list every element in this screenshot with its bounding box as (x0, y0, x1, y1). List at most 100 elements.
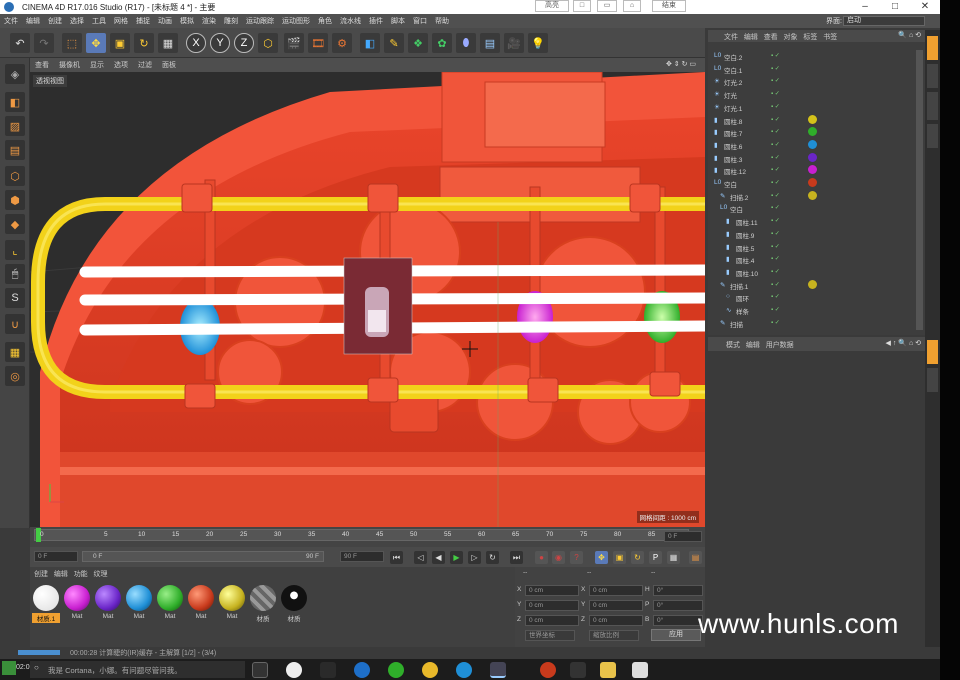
play-icon[interactable]: ▶ (450, 551, 463, 564)
home-icon[interactable]: ⌂ (623, 0, 641, 12)
object-row[interactable]: ▮ 圆柱.11 ▪ ✓ (708, 215, 925, 228)
size-y-field[interactable]: 0 cm (589, 600, 643, 611)
go-to-end-icon[interactable]: ⏭ (510, 551, 523, 564)
object-row[interactable]: ✎ 扫描 ▪ ✓ (708, 317, 925, 330)
enable-axis-icon[interactable]: ⌞ (5, 240, 25, 260)
planar-workplane-icon[interactable]: ◎ (5, 366, 25, 386)
window-button[interactable]: ▭ (597, 0, 617, 12)
next-frame-icon[interactable]: ▷ (468, 551, 481, 564)
menu-simulate[interactable]: 模拟 (176, 14, 198, 28)
live-selection-icon[interactable]: ⬚ (62, 33, 82, 53)
material-tag-icon[interactable] (808, 279, 817, 289)
menu-select[interactable]: 选择 (66, 14, 88, 28)
visibility-flags[interactable]: ▪ ✓ (771, 52, 780, 59)
material-swatch[interactable]: 材质.1 (32, 585, 60, 625)
size-mode-select[interactable]: 缩放比例 (589, 630, 639, 641)
viewport[interactable]: 透视视图 网格间距 : 1000 cm (30, 72, 705, 527)
menu-character[interactable]: 角色 (314, 14, 336, 28)
points-mode-icon[interactable]: ⬡ (5, 166, 25, 186)
tab-content-browser[interactable] (927, 64, 938, 88)
highlight-button[interactable]: 高亮 (535, 0, 569, 12)
material-tag-icon[interactable] (808, 127, 817, 137)
menu-pipeline[interactable]: 流水线 (336, 14, 365, 28)
material-swatch[interactable]: Mat (187, 585, 215, 625)
timeline-ruler[interactable] (34, 529, 689, 541)
attr-nav-icons[interactable]: ◀ ↑ 🔍 ⌂ ⟲ (886, 339, 921, 347)
viewport-menu-filter[interactable]: 过滤 (133, 58, 157, 72)
tweak-icon[interactable]: 🖱 (5, 264, 25, 284)
visibility-flags[interactable]: ▪ ✓ (771, 179, 780, 186)
material-swatch[interactable]: Mat (125, 585, 153, 625)
next-key-icon[interactable]: ↻ (486, 551, 499, 564)
workplane-icon[interactable]: ▤ (5, 140, 25, 160)
tab-structure[interactable] (927, 92, 938, 120)
visibility-flags[interactable]: ▪ ✓ (771, 319, 780, 326)
menu-file[interactable]: 文件 (0, 14, 22, 28)
cube-icon[interactable]: ◧ (360, 33, 380, 53)
chat-app-icon[interactable] (388, 662, 404, 678)
visibility-flags[interactable]: ▪ ✓ (771, 255, 780, 262)
visibility-flags[interactable]: ▪ ✓ (771, 268, 780, 275)
coordinate-mode-select[interactable]: 世界坐标 (525, 630, 575, 641)
move-icon[interactable]: ✥ (86, 33, 106, 53)
menu-sculpt[interactable]: 雕刻 (220, 14, 242, 28)
mat-menu-create[interactable]: 创建 (34, 571, 48, 578)
camera-icon[interactable]: 🎥 (504, 33, 524, 53)
snap-icon[interactable]: S (5, 288, 25, 308)
object-row[interactable]: ▮ 圆柱.9 ▪ ✓ (708, 228, 925, 241)
menu-plugins[interactable]: 插件 (365, 14, 387, 28)
close-button[interactable]: ✕ (910, 0, 940, 14)
visibility-flags[interactable]: ▪ ✓ (771, 141, 780, 148)
viewport-menu-camera[interactable]: 摄像机 (54, 58, 85, 72)
visibility-flags[interactable]: ▪ ✓ (771, 166, 780, 173)
magnet-icon[interactable]: ∪ (5, 314, 25, 334)
viewport-menu-display[interactable]: 显示 (85, 58, 109, 72)
object-row[interactable]: ▮ 圆柱.7 ▪ ✓ (708, 126, 925, 139)
material-tag-icon[interactable] (808, 165, 817, 175)
object-row[interactable]: ▮ 圆柱.12 ▪ ✓ (708, 164, 925, 177)
menu-snap[interactable]: 捕捉 (132, 14, 154, 28)
cinema4d-task-icon[interactable] (490, 662, 506, 678)
attr-menu-userdata[interactable]: 用户数据 (766, 342, 794, 349)
rotate-icon[interactable]: ↻ (134, 33, 154, 53)
tab-attributes[interactable] (927, 340, 938, 364)
axis-x-button[interactable]: X (186, 33, 206, 53)
menu-edit[interactable]: 编辑 (22, 14, 44, 28)
obj-menu-file[interactable]: 文件 (724, 34, 738, 41)
menu-animate[interactable]: 动画 (154, 14, 176, 28)
lock-workplane-icon[interactable]: ▦ (5, 342, 25, 362)
tab-layers[interactable] (927, 124, 938, 148)
position-y-field[interactable]: 0 cm (525, 600, 579, 611)
size-x-field[interactable]: 0 cm (589, 585, 643, 596)
obj-menu-bookmarks[interactable]: 书签 (823, 34, 837, 41)
obj-menu-view[interactable]: 查看 (764, 34, 778, 41)
app-red-icon[interactable] (540, 662, 556, 678)
menu-window[interactable]: 窗口 (409, 14, 431, 28)
cloner-icon[interactable]: ✿ (432, 33, 452, 53)
object-row[interactable]: ✎ 扫描.2 ▪ ✓ (708, 190, 925, 203)
visibility-flags[interactable]: ▪ ✓ (771, 306, 780, 313)
visibility-flags[interactable]: ▪ ✓ (771, 281, 780, 288)
visibility-flags[interactable]: ▪ ✓ (771, 192, 780, 199)
apply-button[interactable]: 应用 (651, 629, 701, 641)
undo-icon[interactable]: ↶ (10, 33, 30, 53)
snap-button[interactable]: □ (573, 0, 591, 12)
visibility-flags[interactable]: ▪ ✓ (771, 243, 780, 250)
material-tag-icon[interactable] (808, 114, 817, 124)
visibility-flags[interactable]: ▪ ✓ (771, 116, 780, 123)
viewport-menu-panel[interactable]: 面板 (157, 58, 181, 72)
coordinate-system-icon[interactable]: ⬡ (258, 33, 278, 53)
file-explorer-icon[interactable] (600, 662, 616, 678)
axis-z-button[interactable]: Z (234, 33, 254, 53)
browser-app-icon[interactable] (422, 662, 438, 678)
obj-search-icon[interactable]: 🔍 ⌂ ⟲ (898, 31, 921, 39)
menu-help[interactable]: 帮助 (431, 14, 453, 28)
material-tag-icon[interactable] (808, 152, 817, 162)
deformer-icon[interactable]: ⬮ (456, 33, 476, 53)
material-swatch[interactable]: Mat (63, 585, 91, 625)
timeline[interactable]: 0 5 10 15 20 25 30 35 40 45 50 55 60 65 … (30, 527, 705, 547)
mat-menu-texture[interactable]: 纹理 (94, 571, 108, 578)
material-tag-icon[interactable] (808, 178, 817, 187)
texture-mode-icon[interactable]: ▨ (5, 116, 25, 136)
object-row[interactable]: ∿ 样条 ▪ ✓ (708, 304, 925, 317)
